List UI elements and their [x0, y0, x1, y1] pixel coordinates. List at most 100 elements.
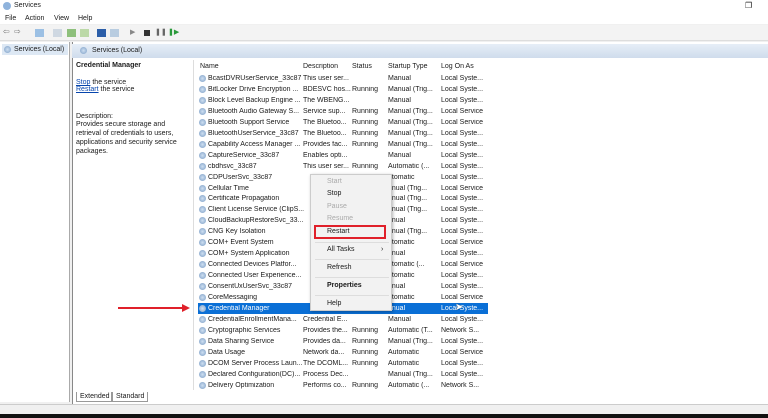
cell-name: BitLocker Drive Encryption ... — [208, 85, 299, 93]
restart-highlight-box — [314, 225, 386, 239]
taskbar-edge — [0, 414, 768, 418]
splitter[interactable] — [193, 60, 194, 390]
cell-log-on-as: Local Syste... — [441, 304, 484, 312]
service-icon — [199, 206, 206, 214]
table-row[interactable]: BitLocker Drive Encryption ... BDESVC hos… — [198, 84, 488, 95]
table-row[interactable]: DCOM Server Process Laun... The DCOML... R… — [198, 358, 488, 369]
table-row[interactable]: Bluetooth Audio Gateway S... Service sup.… — [198, 106, 488, 117]
table-row[interactable]: Data Usage Network da... Running Automatic L… — [198, 347, 488, 358]
column-status[interactable]: Status — [352, 63, 386, 70]
start-service-icon[interactable]: ▶ — [130, 28, 139, 36]
menu-action[interactable]: Action — [25, 15, 44, 22]
table-row[interactable]: Declared Configuration(DC)... Process Dec… — [198, 369, 488, 380]
menu-resume[interactable]: Resume — [327, 215, 353, 222]
cell-startup-type: anual (Trig... — [388, 228, 428, 236]
menu-pause[interactable]: Pause — [327, 203, 347, 210]
forward-icon[interactable]: ⇨ — [14, 27, 23, 36]
cell-log-on-as: Local Syste... — [441, 96, 484, 104]
menu-help[interactable]: Help — [78, 15, 92, 22]
back-icon[interactable]: ⇦ — [3, 27, 12, 36]
services-icon — [80, 47, 87, 54]
service-icon — [199, 348, 206, 356]
menu-bar: File Action View Help — [0, 12, 768, 24]
pause-service-icon[interactable]: ❚❚ — [155, 28, 167, 36]
menu-stop[interactable]: Stop — [327, 190, 341, 197]
service-icon — [199, 184, 206, 192]
restore-button[interactable]: ❐ — [745, 1, 752, 10]
table-row[interactable]: CredentialEnrollmentMana... Credential E.… — [198, 314, 488, 325]
cell-startup-type: Manual — [388, 151, 411, 159]
column-description[interactable]: Description — [303, 63, 351, 70]
column-log-on-as[interactable]: Log On As — [441, 63, 488, 70]
cell-description: This user ser... — [303, 162, 349, 170]
cell-startup-type: anual — [388, 283, 406, 291]
cell-name: COM+ System Application — [208, 250, 290, 258]
menu-start[interactable]: Start — [327, 178, 342, 185]
service-icon — [199, 337, 206, 345]
cell-description: Process Dec... — [303, 370, 349, 378]
menu-refresh[interactable]: Refresh — [327, 264, 352, 271]
cell-name: Connected Devices Platfor... — [208, 261, 297, 269]
table-row[interactable]: Delivery Optimization Performs co... Runni… — [198, 380, 488, 391]
column-startup-type[interactable]: Startup Type — [388, 63, 440, 70]
cell-startup-type: Manual — [388, 96, 411, 104]
service-icon — [199, 272, 206, 280]
cell-startup-type: utomatic — [388, 173, 415, 181]
stop-service-icon[interactable] — [144, 30, 150, 36]
cell-name: Bluetooth Audio Gateway S... — [208, 107, 300, 115]
show-console-tree-icon[interactable] — [35, 29, 44, 37]
table-row[interactable]: Capability Access Manager ... Provides fa… — [198, 139, 488, 150]
service-icon — [199, 326, 206, 334]
cell-name: Bluetooth Support Service — [208, 118, 290, 126]
cell-name: CDPUserSvc_33c87 — [208, 173, 273, 181]
properties-icon[interactable] — [53, 29, 62, 37]
cell-startup-type: anual — [388, 217, 406, 225]
cell-status: Running — [352, 140, 379, 148]
refresh-icon[interactable] — [67, 29, 76, 37]
table-row[interactable]: cbdhsvc_33c87 This user ser... Running Auto… — [198, 161, 488, 172]
cell-log-on-as: Local Syste... — [441, 370, 484, 378]
service-icon — [199, 261, 206, 269]
tree-item-services-local[interactable]: Services (Local) — [2, 44, 68, 55]
table-row[interactable]: BluetoothUserService_33c87 The Bluetoo...… — [198, 128, 488, 139]
cell-description: Network da... — [303, 348, 345, 356]
restart-link[interactable]: Restart — [76, 86, 99, 93]
menu-view[interactable]: View — [54, 15, 69, 22]
restart-service-icon[interactable]: ❚▶ — [168, 28, 179, 36]
menu-all-tasks[interactable]: All Tasks — [327, 246, 355, 253]
menu-file[interactable]: File — [5, 15, 16, 22]
table-row[interactable]: Bluetooth Support Service The Bluetoo... R… — [198, 117, 488, 128]
menu-help[interactable]: Help — [327, 300, 341, 307]
cell-description: The Bluetoo... — [303, 118, 347, 126]
service-icon — [199, 381, 206, 389]
cell-name: DCOM Server Process Laun... — [208, 359, 303, 367]
mouse-cursor-icon: ➤ — [455, 302, 464, 313]
cell-name: cbdhsvc_33c87 — [208, 162, 257, 170]
stop-link[interactable]: Stop — [76, 79, 90, 86]
tab-standard[interactable]: Standard — [112, 392, 148, 402]
separator — [315, 242, 389, 243]
table-row[interactable]: Cryptographic Services Provides the... Run… — [198, 325, 488, 336]
export-list-icon[interactable] — [80, 29, 89, 37]
tab-extended[interactable]: Extended — [76, 392, 112, 402]
service-icon — [199, 283, 206, 291]
cell-startup-type: utomatic (... — [388, 261, 425, 269]
separator — [315, 259, 389, 260]
service-icon — [199, 129, 206, 137]
table-row[interactable]: Block Level Backup Engine ... The WBENG..… — [198, 95, 488, 106]
panel-header: Services (Local) — [72, 44, 768, 58]
help-icon[interactable] — [97, 29, 106, 37]
cell-startup-type: Manual (Trig... — [388, 337, 433, 345]
table-row[interactable]: CaptureService_33c87 Enables opti... Manua… — [198, 150, 488, 161]
service-icon — [199, 370, 206, 378]
cell-log-on-as: Local Service — [441, 118, 484, 126]
table-row[interactable]: Data Sharing Service Provides da... Runnin… — [198, 336, 488, 347]
column-name[interactable]: Name — [200, 63, 298, 70]
toolbar: ⇦ ⇨ ▶ ❚❚ ❚▶ — [0, 25, 768, 41]
table-row[interactable]: BcastDVRUserService_33c87 This user ser..… — [198, 73, 488, 84]
service-icon — [199, 85, 206, 93]
cell-startup-type: Manual (Trig... — [388, 85, 433, 93]
service-icon — [199, 140, 206, 148]
view-icon[interactable] — [110, 29, 119, 37]
menu-properties[interactable]: Properties — [327, 282, 362, 289]
